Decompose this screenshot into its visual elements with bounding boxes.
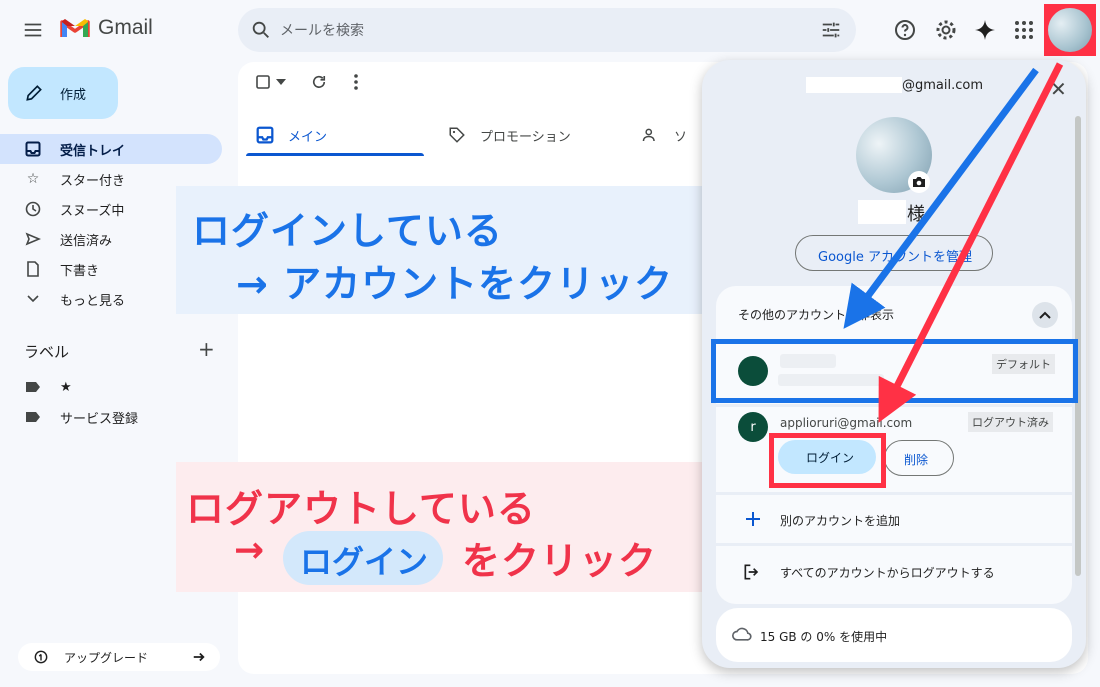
- sidebar-item-label: サービス登録: [60, 411, 139, 427]
- apps-grid-icon[interactable]: [1012, 18, 1036, 42]
- more-vert-icon[interactable]: [350, 73, 362, 91]
- label-tag-icon: [24, 378, 42, 396]
- gmail-m-icon: [60, 19, 90, 37]
- star-icon: ☆: [26, 171, 40, 187]
- add-account-label: 別のアカウントを追加: [780, 514, 901, 528]
- send-icon: [24, 230, 42, 248]
- arrow-right-icon: [193, 652, 205, 662]
- logout-all-label: すべてのアカウントからログアウトする: [780, 566, 995, 580]
- account-email-suffix: @gmail.com: [902, 78, 984, 93]
- sidebar-label-star[interactable]: ★: [0, 372, 222, 402]
- refresh-icon[interactable]: [310, 73, 328, 91]
- labels-heading: ラベル: [24, 343, 70, 361]
- upgrade-label: アップグレード: [64, 651, 149, 665]
- upgrade-button[interactable]: アップグレード: [18, 643, 220, 671]
- sidebar-label-service[interactable]: サービス登録: [0, 402, 222, 432]
- compose-button[interactable]: 作成: [8, 67, 118, 119]
- app-name: Gmail: [98, 16, 153, 39]
- compose-label: 作成: [60, 88, 87, 103]
- sidebar-item-label: スター付き: [60, 173, 126, 189]
- tab-label: メイン: [288, 129, 328, 145]
- tab-primary[interactable]: メイン: [256, 112, 327, 158]
- pencil-icon: [26, 85, 42, 101]
- plus-icon: [746, 512, 760, 526]
- chevron-up-icon: [1039, 311, 1051, 319]
- tab-label: プロモーション: [480, 129, 571, 145]
- account-avatar-button[interactable]: [1044, 4, 1096, 56]
- label-tag-icon: [24, 408, 42, 426]
- search-bar[interactable]: メールを検索: [238, 8, 856, 52]
- sidebar-item-label: 下書き: [60, 263, 100, 279]
- account-email: applioruri@gmail.com: [780, 416, 913, 430]
- other-accounts-title[interactable]: その他のアカウントを非表示: [738, 306, 894, 323]
- manage-google-account-button[interactable]: Google アカウントを管理: [795, 235, 993, 271]
- sidebar-item-label: ★: [60, 379, 72, 395]
- add-label-icon[interactable]: +: [198, 337, 215, 361]
- people-icon: [642, 128, 655, 142]
- storage-label: 15 GB の 0% を使用中: [760, 630, 888, 644]
- manage-button-label: Google アカウントを管理: [818, 250, 972, 265]
- annotation-logged-in-action: → アカウントをクリック: [236, 262, 674, 306]
- tab-social[interactable]: ソ: [642, 112, 687, 158]
- redacted-email: [806, 77, 902, 93]
- select-dropdown-icon[interactable]: [276, 79, 286, 85]
- top-bar: Gmail メールを検索: [0, 0, 1100, 62]
- annotation-logged-out-action: をクリック: [462, 539, 658, 583]
- storage-usage[interactable]: 15 GB の 0% を使用中: [716, 608, 1072, 662]
- gmail-logo[interactable]: Gmail: [60, 16, 153, 40]
- sidebar-item-label: 送信済み: [60, 233, 113, 249]
- menu-icon[interactable]: [22, 19, 44, 41]
- avatar: r: [738, 412, 768, 442]
- gemini-icon[interactable]: [973, 18, 997, 42]
- chevron-down-icon: [24, 290, 42, 308]
- status-badge: ログアウト済み: [968, 412, 1053, 432]
- sidebar-item-inbox[interactable]: 受信トレイ: [0, 134, 222, 164]
- annotation-login-pill-text: ログイン: [300, 543, 429, 581]
- help-icon[interactable]: [893, 18, 917, 42]
- collapse-accounts-button[interactable]: [1032, 302, 1058, 328]
- draft-icon: [24, 260, 42, 278]
- settings-icon[interactable]: [934, 18, 958, 42]
- annotation-logged-out-title: ログアウトしている: [186, 487, 536, 531]
- highlight-login-button: [769, 433, 886, 488]
- cloud-icon: [732, 627, 752, 641]
- search-options-icon[interactable]: [820, 19, 842, 41]
- tab-label: ソ: [674, 129, 688, 145]
- inbox-icon: [256, 126, 274, 144]
- tag-icon: [449, 127, 465, 143]
- search-icon[interactable]: [250, 19, 272, 41]
- active-tab-indicator: [246, 153, 424, 156]
- select-checkbox[interactable]: [256, 75, 270, 89]
- highlight-default-account: [711, 339, 1078, 403]
- avatar[interactable]: [1048, 8, 1092, 52]
- tab-promotions[interactable]: プロモーション: [448, 112, 571, 158]
- sidebar-item-label: 受信トレイ: [60, 143, 126, 159]
- redacted-name: [858, 200, 906, 224]
- inbox-icon: [24, 140, 42, 158]
- annotation-logged-in-title: ログインしている: [192, 209, 503, 253]
- clock-icon: [24, 200, 42, 218]
- logout-icon: [744, 564, 759, 580]
- sidebar-item-label: もっと見る: [60, 293, 126, 309]
- delete-account-button[interactable]: 削除: [884, 440, 954, 476]
- account-name-suffix: 様: [907, 204, 925, 225]
- sidebar-item-label: スヌーズ中: [60, 203, 125, 219]
- annotation-arrow: →: [234, 530, 265, 571]
- camera-icon[interactable]: [908, 171, 930, 193]
- search-input[interactable]: メールを検索: [280, 20, 364, 40]
- upgrade-badge-icon: [34, 650, 48, 664]
- delete-button-label: 削除: [904, 453, 929, 467]
- close-icon[interactable]: ✕: [1050, 77, 1067, 101]
